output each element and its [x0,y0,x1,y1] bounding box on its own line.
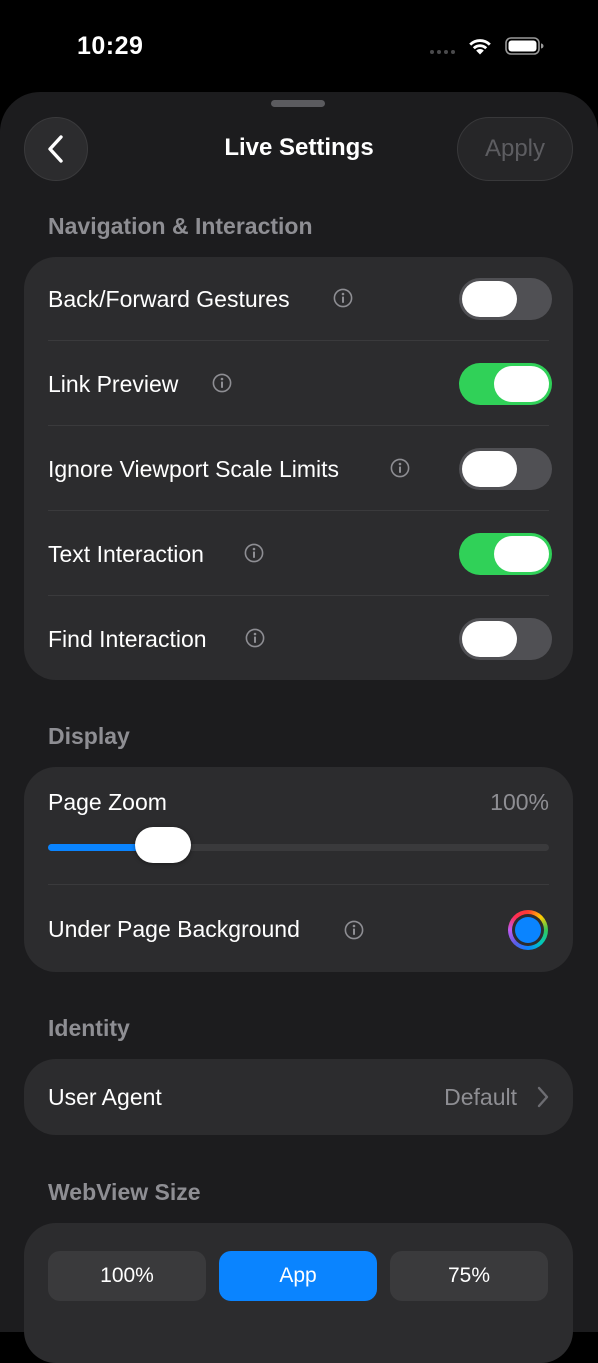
cellular-signal-icon [430,38,455,54]
info-icon[interactable] [344,920,364,940]
row-text-interaction: Text Interaction [24,512,573,596]
sheet-grabber[interactable] [271,100,325,107]
apply-button[interactable]: Apply [457,117,573,181]
live-settings-sheet: Live Settings Apply Navigation & Interac… [0,92,598,1363]
info-icon[interactable] [245,628,265,648]
row-label: Ignore Viewport Scale Limits [48,456,340,482]
page-zoom-slider[interactable] [48,827,549,863]
webview-size-option-100[interactable]: 100% [48,1251,206,1301]
page-zoom-value: 100% [490,789,549,815]
row-back-forward-gestures: Back/Forward Gestures [24,257,573,341]
row-user-agent[interactable]: User Agent Default [24,1059,573,1135]
toggle-text-interaction[interactable] [459,533,552,575]
info-icon[interactable] [333,288,353,308]
wifi-icon [469,39,491,55]
user-agent-value: Default [444,1084,517,1110]
toggle-find-interaction[interactable] [459,618,552,660]
section-header-display: Display [48,723,130,749]
slider-thumb[interactable] [135,827,192,863]
selected-color-swatch [515,917,541,943]
color-picker-well[interactable] [508,910,548,950]
status-time: 10:29 [77,32,144,60]
webview-size-option-app[interactable]: App [219,1251,377,1301]
info-icon[interactable] [212,373,232,393]
info-icon[interactable] [390,458,410,478]
webview-size-card: 100% App 75% [24,1223,573,1363]
row-label: Link Preview [48,371,179,397]
info-icon[interactable] [244,543,264,563]
webview-size-option-75[interactable]: 75% [390,1251,548,1301]
chevron-right-icon [537,1086,549,1108]
section-header-webview-size: WebView Size [48,1179,201,1205]
row-link-preview: Link Preview [24,342,573,426]
status-bar: 10:29 [0,0,598,92]
section-header-navigation: Navigation & Interaction [48,213,313,239]
page-zoom-label: Page Zoom [48,789,167,815]
battery-icon [505,37,544,55]
toggle-ignore-viewport-scale-limits[interactable] [459,448,552,490]
row-label: Find Interaction [48,626,207,652]
identity-card: User Agent Default [24,1059,573,1135]
status-icons [430,36,545,56]
display-card: Page Zoom 100% Under Page Background [24,767,573,972]
row-label: User Agent [48,1084,162,1110]
row-label: Text Interaction [48,541,204,567]
row-label: Back/Forward Gestures [48,286,290,312]
navigation-card: Back/Forward Gestures Link Preview Ignor… [24,257,573,680]
row-ignore-viewport-scale-limits: Ignore Viewport Scale Limits [24,427,573,511]
section-header-identity: Identity [48,1015,130,1041]
toggle-link-preview[interactable] [459,363,552,405]
under-page-background-label: Under Page Background [48,916,300,942]
toggle-back-forward-gestures[interactable] [459,278,552,320]
row-find-interaction: Find Interaction [24,597,573,681]
